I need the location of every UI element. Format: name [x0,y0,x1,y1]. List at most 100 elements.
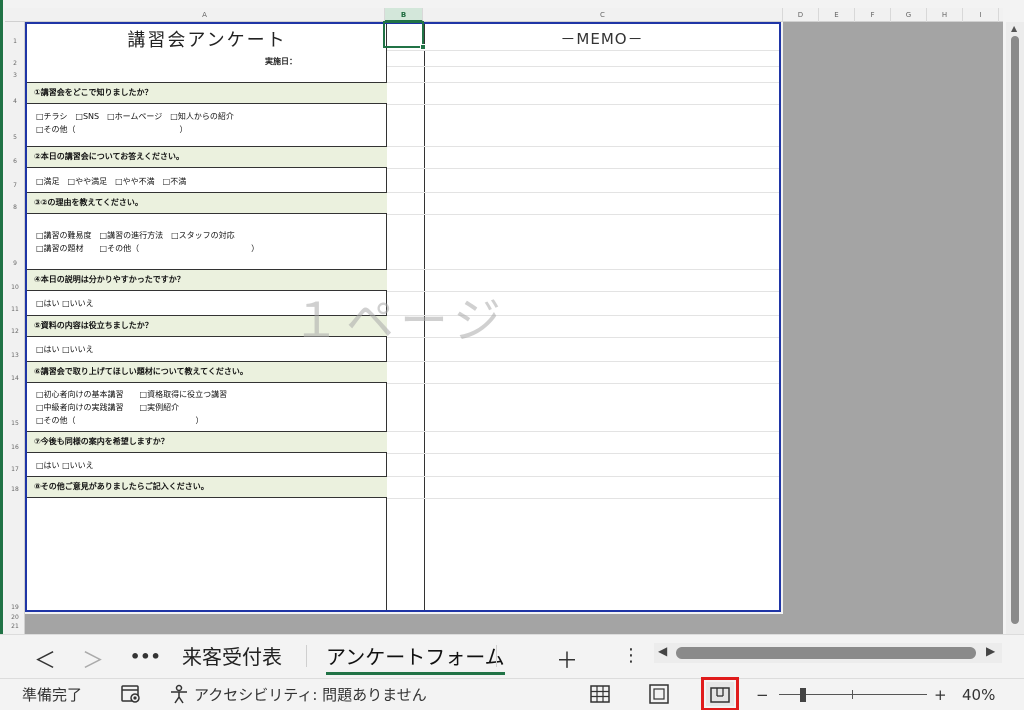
gridline [387,383,779,384]
row-header[interactable]: 4 [5,98,25,105]
column-header-h[interactable]: H [927,8,963,22]
date-label[interactable]: 実施日： [265,56,297,67]
horizontal-scrollbar[interactable]: ◀ ▶ [654,643,1002,663]
scroll-left-icon[interactable]: ◀ [658,644,667,658]
answer-line[interactable]: □講習の難易度 □講習の進行方法 □スタッフの対応 [27,229,387,242]
question-row[interactable]: ⑥講習会で取り上げてほしい題材について教えてください。 [27,361,387,383]
row-header[interactable]: 15 [5,420,25,427]
answer-line[interactable]: □初心者向けの基本講習 □資格取得に役立つ講習 [27,388,387,401]
gridline [387,269,779,270]
row-header[interactable]: 19 [5,604,25,611]
add-sheet-button[interactable]: ＋ [556,643,578,675]
row-header[interactable]: 18 [5,486,25,493]
page-layout-view-button[interactable] [645,682,673,706]
row-header[interactable]: 1 [5,38,25,45]
row-header[interactable]: 13 [5,352,25,359]
answer-line[interactable]: □チラシ □SNS □ホームページ □知人からの紹介 [27,110,387,123]
print-page[interactable]: 講習会アンケート 実施日： ①講習会をどこで知りましたか？ □チラシ □SNS … [25,22,781,612]
fill-handle[interactable] [420,44,426,50]
row-headers: 1 2 3 4 5 6 7 8 9 10 11 12 13 14 15 16 1… [5,22,25,634]
zoom-in-button[interactable]: + [934,685,947,705]
horizontal-scroll-thumb[interactable] [676,647,976,659]
row-header[interactable]: 7 [5,182,25,189]
row-header[interactable]: 14 [5,375,25,382]
column-header-d[interactable]: D [783,8,819,22]
zoom-level[interactable]: 40% [962,685,995,705]
zoom-out-button[interactable]: − [756,685,769,705]
question-row[interactable]: ②本日の講習会についてお答えください。 [27,146,387,168]
question-row[interactable]: ①講習会をどこで知りましたか？ [27,82,387,104]
answer-line[interactable]: □はい □いいえ [27,343,387,356]
row-header[interactable]: 8 [5,204,25,211]
sheet-tab-bar: ＜ ＞ ••• 来客受付表 アンケートフォーム ＋ ⋮ ◀ ▶ [0,634,1024,678]
row-header[interactable]: 17 [5,466,25,473]
column-header-f[interactable]: F [855,8,891,22]
page-break-preview-button[interactable] [701,677,739,710]
row-header[interactable]: 5 [5,134,25,141]
row-header[interactable]: 6 [5,158,25,165]
row-header[interactable]: 9 [5,260,25,267]
answer-line[interactable]: □講習の題材 □その他（ ） [27,242,387,255]
question-row[interactable]: ④本日の説明は分かりやすかったですか？ [27,269,387,291]
answer-line[interactable]: □その他（ ） [27,414,387,427]
tab-visitor-log[interactable]: 来客受付表 [182,641,282,673]
question-row[interactable]: ⑤資料の内容は役立ちましたか？ [27,315,387,337]
column-header-c[interactable]: C [423,8,783,22]
answer-line[interactable]: □中級者向けの実践講習 □実例紹介 [27,401,387,414]
gridline [387,192,779,193]
column-header-a[interactable]: A [25,8,385,22]
column-headers: A B C D E F G H I [5,8,1003,22]
answer-line[interactable]: □満足 □やや満足 □やや不満 □不満 [27,175,387,188]
memo-area[interactable]: －MEMO－ [425,24,779,610]
row-header[interactable]: 21 [5,623,25,630]
column-header-e[interactable]: E [819,8,855,22]
row-header[interactable]: 2 [5,60,25,67]
survey-title[interactable]: 講習会アンケート [27,26,387,51]
row-header[interactable]: 3 [5,72,25,79]
non-print-area [783,22,1003,634]
macro-record-icon[interactable] [120,684,142,709]
tab-survey-form[interactable]: アンケートフォーム [326,641,505,675]
row-header[interactable]: 20 [5,614,25,621]
vertical-scrollbar[interactable]: ▲ [1006,22,1024,634]
answer-line[interactable]: □はい □いいえ [27,459,387,472]
answer-line[interactable]: □はい □いいえ [27,297,387,310]
gridline [387,476,779,477]
answer-line[interactable]: □その他（ ） [27,123,387,136]
row-header[interactable]: 12 [5,328,25,335]
gridline [387,361,779,362]
memo-header[interactable]: －MEMO－ [425,28,779,49]
vertical-scroll-thumb[interactable] [1011,36,1019,624]
gridline [387,337,779,338]
row-header[interactable]: 16 [5,444,25,451]
scroll-up-icon[interactable]: ▲ [1011,24,1017,33]
accessibility-status[interactable]: アクセシビリティ: 問題ありません [194,685,427,705]
column-b-area[interactable] [387,24,425,610]
question-row[interactable]: ③②の理由を教えてください。 [27,192,387,214]
column-header-i[interactable]: I [963,8,999,22]
gridline [387,50,779,51]
row-header[interactable]: 10 [5,284,25,291]
sheet-options-button[interactable]: ⋮ [622,645,640,666]
gridline [387,291,779,292]
gridline [387,146,779,147]
accessibility-icon[interactable] [168,684,190,709]
question-row[interactable]: ⑧その他ご意見がありましたらご記入ください。 [27,476,387,498]
previous-sheet-button[interactable]: ＜ [34,643,56,675]
scroll-right-icon[interactable]: ▶ [986,644,995,658]
gridline [387,453,779,454]
excel-window: A B C D E F G H I 1 2 3 4 5 6 7 8 9 10 1… [0,0,1024,710]
more-sheets-button[interactable]: ••• [130,647,161,666]
zoom-slider-thumb[interactable] [800,688,807,702]
column-a-area[interactable]: 講習会アンケート 実施日： ①講習会をどこで知りましたか？ □チラシ □SNS … [27,24,387,610]
grid-icon [590,685,610,703]
question-row[interactable]: ⑦今後も同様の案内を希望しますか？ [27,431,387,453]
column-header-g[interactable]: G [891,8,927,22]
gridline [387,214,779,215]
column-header-b[interactable]: B [385,8,423,22]
row-header[interactable]: 11 [5,306,25,313]
page-break-preview-icon [710,687,730,703]
active-cell-b1[interactable] [383,21,426,50]
normal-view-button[interactable] [586,682,614,706]
next-sheet-button[interactable]: ＞ [82,643,104,675]
